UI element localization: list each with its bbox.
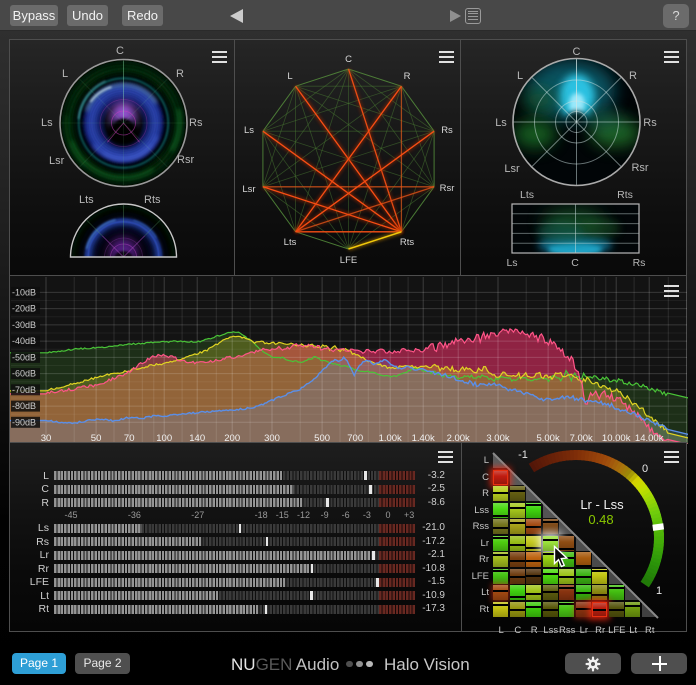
svg-text:Rts: Rts xyxy=(400,237,415,248)
svg-text:-10dB: -10dB xyxy=(12,287,36,297)
svg-text:R: R xyxy=(629,70,637,82)
svg-text:Rs: Rs xyxy=(643,117,657,129)
svg-text:1: 1 xyxy=(656,585,662,597)
svg-text:-50dB: -50dB xyxy=(12,352,36,362)
svg-text:Rsr: Rsr xyxy=(631,162,648,174)
svg-text:-80dB: -80dB xyxy=(12,401,36,411)
svg-text:Lsr: Lsr xyxy=(242,184,255,195)
svg-text:Rs: Rs xyxy=(441,125,453,136)
svg-text:-70dB: -70dB xyxy=(12,385,36,395)
svg-text:-40dB: -40dB xyxy=(12,336,36,346)
svg-text:C: C xyxy=(571,257,579,269)
svg-text:-30dB: -30dB xyxy=(12,320,36,330)
svg-text:-60dB: -60dB xyxy=(12,369,36,379)
svg-text:Rts: Rts xyxy=(617,189,633,201)
svg-text:Rsr: Rsr xyxy=(440,183,455,194)
svg-text:L: L xyxy=(287,71,292,82)
svg-text:C: C xyxy=(573,46,581,58)
svg-text:-1: -1 xyxy=(518,449,528,461)
svg-text:Lts: Lts xyxy=(284,237,297,248)
svg-text:Rs: Rs xyxy=(633,257,646,269)
svg-text:0: 0 xyxy=(642,463,648,475)
svg-text:Lr - Lss: Lr - Lss xyxy=(580,497,624,512)
svg-text:L: L xyxy=(517,70,523,82)
svg-text:Lsr: Lsr xyxy=(504,163,520,175)
svg-text:R: R xyxy=(404,71,411,82)
svg-text:-90dB: -90dB xyxy=(12,417,36,427)
svg-text:LFE: LFE xyxy=(340,255,357,266)
svg-text:Ls: Ls xyxy=(244,125,254,136)
svg-text:-20dB: -20dB xyxy=(12,304,36,314)
svg-text:0.48: 0.48 xyxy=(588,512,613,527)
svg-text:C: C xyxy=(345,54,352,65)
svg-text:Lts: Lts xyxy=(520,189,534,201)
svg-text:Ls: Ls xyxy=(506,257,517,269)
svg-text:Ls: Ls xyxy=(495,117,507,129)
